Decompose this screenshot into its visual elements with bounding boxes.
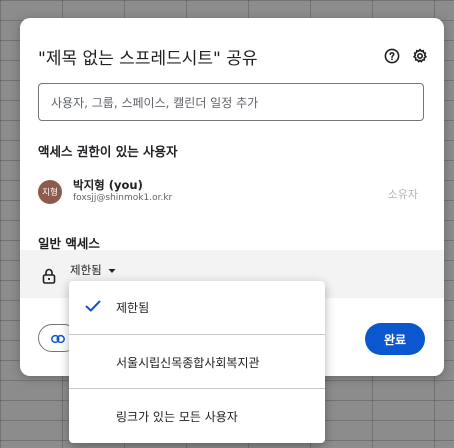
general-access-dropdown[interactable]: 제한됨 — [70, 262, 116, 278]
add-people-input[interactable]: 사용자, 그룹, 스페이스, 캘린더 일정 추가 — [38, 83, 424, 121]
lock-icon — [40, 267, 58, 285]
menu-item-restricted[interactable]: 제한됨 — [69, 281, 325, 333]
help-circle-icon[interactable] — [382, 46, 402, 66]
link-icon — [51, 329, 65, 348]
done-button[interactable]: 완료 — [365, 323, 425, 355]
general-access-value: 제한됨 — [70, 263, 102, 277]
menu-item-anyone-with-link[interactable]: 링크가 있는 모든 사용자 — [69, 389, 325, 443]
check-icon — [85, 299, 101, 316]
menu-item-label: 링크가 있는 모든 사용자 — [116, 409, 238, 424]
people-section-title: 액세스 권한이 있는 사용자 — [38, 144, 178, 159]
menu-item-organization[interactable]: 서울시립신목종합사회복지관 — [69, 335, 325, 389]
user-row: 지형 박지형 (you) foxsjj@shinmok1.or.kr 소유자 — [38, 176, 424, 210]
gear-icon[interactable] — [410, 46, 430, 66]
general-access-menu: 제한됨 서울시립신목종합사회복지관 링크가 있는 모든 사용자 — [69, 281, 325, 443]
menu-item-label: 제한됨 — [116, 300, 150, 315]
menu-item-label: 서울시립신목종합사회복지관 — [116, 355, 260, 370]
add-people-placeholder: 사용자, 그룹, 스페이스, 캘린더 일정 추가 — [51, 95, 259, 110]
dialog-title: "제목 없는 스프레드시트" 공유 — [38, 49, 258, 69]
user-email: foxsjj@shinmok1.or.kr — [73, 193, 173, 203]
caret-down-icon — [108, 263, 116, 277]
user-role: 소유자 — [387, 188, 418, 201]
user-name: 박지형 (you) — [73, 178, 143, 192]
avatar: 지형 — [38, 180, 62, 204]
